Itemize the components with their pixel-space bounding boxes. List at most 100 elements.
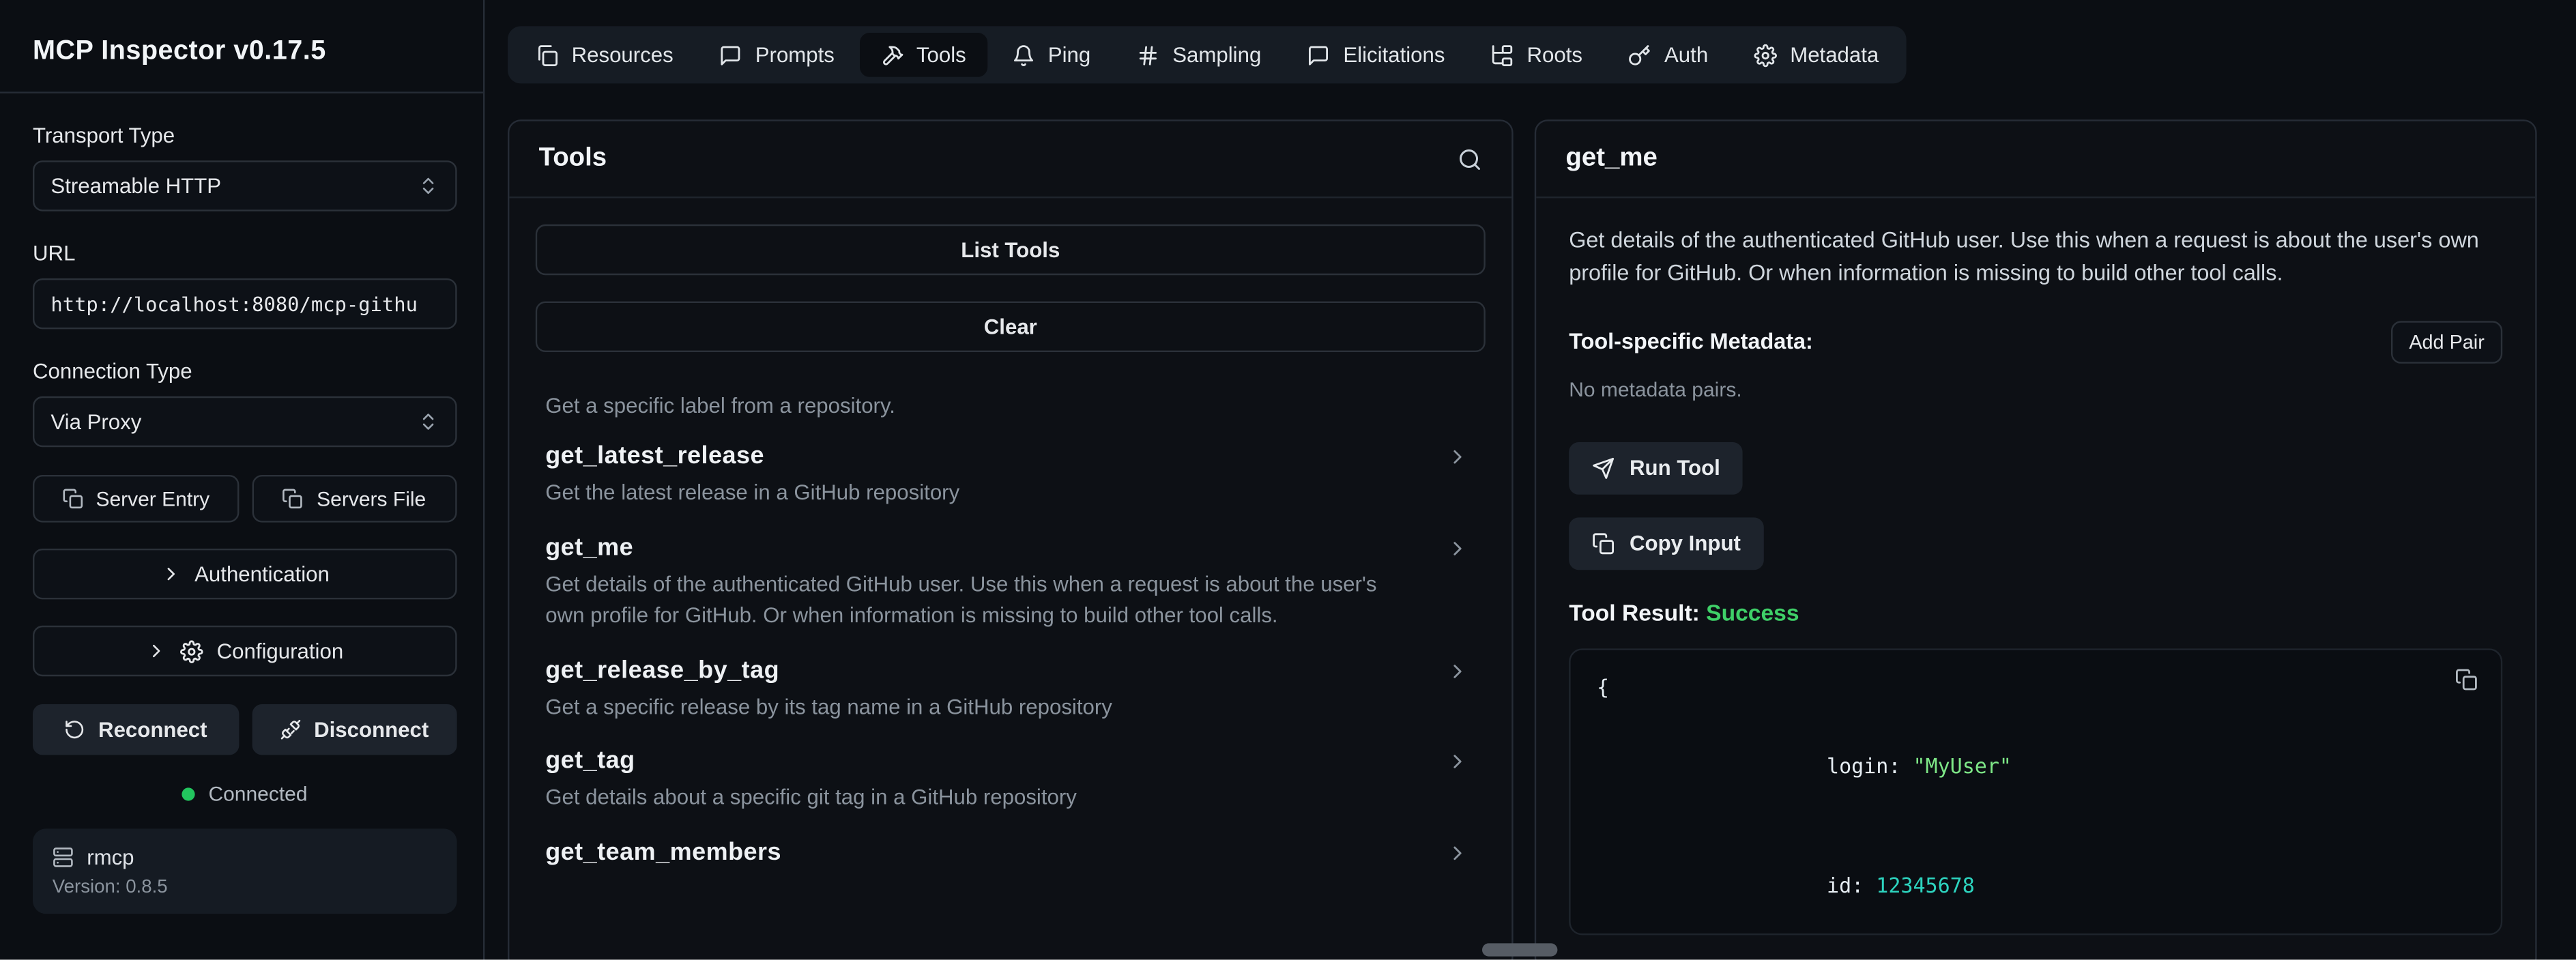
chevron-right-icon (146, 640, 167, 661)
json-key: login: (1827, 754, 1900, 779)
tab-elicitations[interactable]: Elicitations (1286, 33, 1466, 77)
servers-file-label: Servers File (317, 487, 426, 510)
sidebar-divider (0, 91, 483, 93)
tab-prompts[interactable]: Prompts (698, 33, 856, 77)
chevron-right-icon (1446, 446, 1469, 469)
tab-label: Metadata (1790, 42, 1879, 67)
disconnect-button[interactable]: Disconnect (251, 704, 457, 755)
copy-icon[interactable] (2455, 667, 2478, 691)
chevrons-up-down-icon (418, 175, 439, 197)
tool-name: get_me (545, 534, 1420, 562)
gear-icon (181, 639, 204, 663)
json-key: id: (1827, 873, 1864, 898)
tab-label: Ping (1048, 42, 1090, 67)
transport-type-value: Streamable HTTP (50, 173, 221, 198)
tool-result-label: Tool Result: (1569, 598, 1700, 624)
gear-icon (1754, 44, 1777, 67)
tool-result-row: Tool Result: Success (1569, 598, 2502, 624)
reconnect-button[interactable]: Reconnect (33, 704, 238, 755)
chevron-right-icon (160, 564, 182, 585)
authentication-label: Authentication (194, 562, 330, 586)
authentication-toggle[interactable]: Authentication (33, 549, 457, 599)
key-icon (1628, 44, 1651, 67)
tab-label: Roots (1526, 42, 1582, 67)
unplug-icon (280, 719, 301, 740)
tool-list-item[interactable]: get_release_by_tag Get a specific releas… (536, 631, 1486, 723)
tools-panel-title: Tools (539, 144, 607, 173)
servers-file-button[interactable]: Servers File (251, 475, 457, 523)
tab-label: Elicitations (1343, 42, 1445, 67)
json-string-value: "MyUser" (1913, 754, 2012, 779)
tool-detail-panel: get_me Get details of the authenticated … (1535, 119, 2537, 971)
message-square-icon (1307, 44, 1331, 67)
chevron-right-icon (1446, 751, 1469, 774)
server-info-card: rmcp Version: 0.8.5 (33, 828, 457, 914)
server-icon (53, 847, 74, 868)
connection-status: Connected (33, 783, 457, 806)
copy-icon (1592, 532, 1615, 555)
bell-icon (1012, 44, 1035, 67)
tool-list-item[interactable]: get_team_members (536, 814, 1486, 867)
code-line: id: 12345678 (1597, 827, 2474, 947)
tab-tools[interactable]: Tools (859, 33, 987, 77)
configuration-label: Configuration (217, 639, 344, 663)
tool-name: get_team_members (545, 839, 1420, 867)
status-dot-icon (182, 787, 195, 800)
chevron-right-icon (1446, 537, 1469, 560)
server-entry-button[interactable]: Server Entry (33, 475, 238, 523)
rotate-ccw-icon (64, 719, 85, 740)
tab-label: Auth (1664, 42, 1708, 67)
top-nav-tabs: Resources Prompts Tools (508, 26, 1907, 83)
transport-type-label: Transport Type (33, 123, 457, 147)
run-tool-button[interactable]: Run Tool (1569, 441, 1743, 494)
tool-result-status: Success (1706, 598, 1799, 624)
tool-name: get_latest_release (545, 442, 1420, 470)
tool-partial-description: Get a specific label from a repository. (536, 378, 1486, 418)
tool-list-item[interactable]: get_latest_release Get the latest releas… (536, 418, 1486, 509)
server-version: Version: 0.8.5 (53, 878, 437, 897)
list-tools-button[interactable]: List Tools (536, 224, 1486, 275)
horizontal-scrollbar-track[interactable] (0, 959, 2576, 971)
clear-button[interactable]: Clear (536, 302, 1486, 352)
horizontal-scrollbar-thumb[interactable] (1482, 943, 1557, 956)
tab-resources[interactable]: Resources (515, 33, 695, 77)
url-value: http://localhost:8080/mcp-githu (50, 292, 418, 315)
tool-description: Get the latest release in a GitHub repos… (545, 478, 1405, 509)
tab-label: Resources (572, 42, 674, 67)
tool-name: get_tag (545, 747, 1420, 775)
add-pair-button[interactable]: Add Pair (2391, 320, 2502, 362)
main-area: Resources Prompts Tools (484, 0, 2576, 971)
tab-ping[interactable]: Ping (991, 33, 1112, 77)
hash-icon (1136, 44, 1159, 67)
mcp-inspector-app: MCP Inspector v0.17.5 Transport Type Str… (0, 0, 2576, 971)
copy-input-label: Copy Input (1630, 531, 1741, 555)
tool-list-item[interactable]: get_me Get details of the authenticated … (536, 509, 1486, 631)
tab-sampling[interactable]: Sampling (1115, 33, 1282, 77)
code-line: { (1597, 667, 2474, 707)
copy-input-button[interactable]: Copy Input (1569, 517, 1763, 569)
files-icon (536, 44, 559, 67)
configuration-toggle[interactable]: Configuration (33, 626, 457, 676)
tab-metadata[interactable]: Metadata (1733, 33, 1900, 77)
server-name: rmcp (87, 845, 134, 869)
tool-list-item[interactable]: get_tag Get details about a specific git… (536, 723, 1486, 814)
connection-type-label: Connection Type (33, 359, 457, 383)
json-number-value: 12345678 (1876, 873, 1975, 898)
chevron-right-icon (1446, 842, 1469, 865)
url-input[interactable]: http://localhost:8080/mcp-githu (33, 278, 457, 329)
reconnect-label: Reconnect (98, 717, 207, 742)
sidebar: MCP Inspector v0.17.5 Transport Type Str… (0, 0, 484, 971)
tab-roots[interactable]: Roots (1469, 33, 1604, 77)
transport-type-select[interactable]: Streamable HTTP (33, 160, 457, 211)
disconnect-label: Disconnect (314, 717, 429, 742)
tab-label: Tools (916, 42, 966, 67)
connection-type-select[interactable]: Via Proxy (33, 396, 457, 447)
connection-type-value: Via Proxy (50, 409, 141, 434)
status-text: Connected (208, 783, 307, 806)
search-icon[interactable] (1458, 147, 1482, 171)
send-icon (1592, 456, 1615, 479)
app-title: MCP Inspector v0.17.5 (33, 10, 457, 91)
code-line: profile_url: "https://github.com/MyUser" (1597, 947, 2474, 961)
tab-auth[interactable]: Auth (1607, 33, 1729, 77)
chevron-right-icon (1446, 659, 1469, 682)
